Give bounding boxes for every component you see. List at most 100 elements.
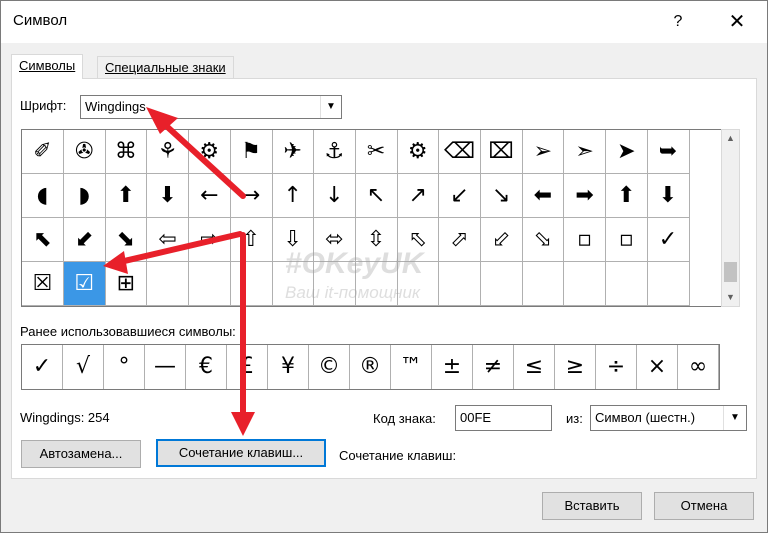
autocorrect-button[interactable]: Автозамена... [21, 440, 141, 468]
watermark-logo: #OKeyUK [285, 247, 424, 280]
symbol-cell[interactable]: ⬇ [647, 174, 690, 218]
recent-symbol-cell[interactable]: ™ [391, 345, 432, 389]
symbol-cell[interactable] [230, 262, 273, 306]
symbol-cell[interactable]: ✐ [22, 130, 64, 174]
symbol-cell[interactable]: ⬉ [22, 218, 64, 262]
symbol-cell[interactable]: ⬇ [147, 174, 190, 218]
char-code-label: Код знака: [373, 411, 436, 426]
recent-symbol-cell[interactable]: ∞ [678, 345, 719, 389]
chevron-down-icon[interactable]: ▼ [723, 406, 746, 430]
recent-symbol-cell[interactable]: © [309, 345, 350, 389]
recent-symbol-cell[interactable]: × [637, 345, 678, 389]
symbol-cell[interactable]: ⬀ [439, 218, 481, 262]
recent-symbol-cell[interactable]: ® [350, 345, 391, 389]
tab-symbols[interactable]: Символы [11, 54, 84, 79]
grid-scrollbar[interactable]: ▲ ▼ [721, 129, 740, 307]
symbol-cell[interactable]: ⚘ [147, 130, 190, 174]
scroll-thumb[interactable] [724, 262, 737, 282]
symbol-cell[interactable] [647, 262, 690, 306]
symbol-cell[interactable] [439, 262, 481, 306]
symbol-cell[interactable]: ↓ [313, 174, 356, 218]
symbol-cell[interactable]: ⬆ [105, 174, 148, 218]
symbol-cell[interactable]: ▫ [605, 218, 648, 262]
symbol-cell[interactable] [147, 262, 190, 306]
symbol-cell[interactable]: ⚓ [313, 130, 356, 174]
symbol-cell[interactable]: ✂ [355, 130, 398, 174]
symbol-cell[interactable]: ▫ [564, 218, 607, 262]
symbol-cell[interactable] [564, 262, 607, 306]
chevron-down-icon[interactable]: ▼ [320, 96, 341, 118]
font-select-value: Wingdings [85, 99, 146, 114]
recent-symbol-cell[interactable]: ° [104, 345, 145, 389]
symbol-cell[interactable]: ➥ [647, 130, 690, 174]
recent-symbols-grid[interactable]: ✓ √ ° — € £ ¥ © ® ™ ± ≠ ≤ ≥ ÷ × ∞ [21, 344, 720, 390]
symbol-cell[interactable]: ⇧ [230, 218, 273, 262]
shortcut-label: Сочетание клавиш: [339, 448, 457, 463]
symbol-cell[interactable]: ⌫ [439, 130, 481, 174]
symbol-cell[interactable] [522, 262, 565, 306]
from-select-value: Символ (шестн.) [595, 410, 696, 425]
font-select[interactable]: Wingdings ▼ [80, 95, 342, 119]
recent-symbol-cell[interactable]: ≠ [473, 345, 514, 389]
recent-symbol-cell[interactable]: € [186, 345, 227, 389]
recent-symbol-cell[interactable]: ± [432, 345, 473, 389]
symbol-cell[interactable] [188, 262, 231, 306]
from-select[interactable]: Символ (шестн.) ▼ [590, 405, 747, 431]
symbol-cell[interactable]: ✈ [272, 130, 315, 174]
symbol-cell[interactable]: ⌧ [480, 130, 523, 174]
symbol-cell[interactable]: ➢ [522, 130, 565, 174]
recent-symbol-cell[interactable]: ≥ [555, 345, 596, 389]
symbol-cell[interactable] [480, 262, 523, 306]
close-button[interactable]: ✕ [717, 7, 757, 37]
recent-symbol-cell[interactable]: ÷ [596, 345, 637, 389]
symbol-cell[interactable]: ↗ [397, 174, 440, 218]
symbol-cell[interactable]: ✇ [63, 130, 106, 174]
symbol-cell[interactable]: ➣ [564, 130, 607, 174]
symbol-cell[interactable]: ➡ [564, 174, 607, 218]
symbol-cell[interactable] [605, 262, 648, 306]
symbol-cell[interactable]: ⇦ [147, 218, 190, 262]
symbol-cell[interactable]: ☒ [22, 262, 64, 306]
symbol-cell[interactable]: ✓ [647, 218, 690, 262]
scroll-up-icon[interactable]: ▲ [722, 130, 739, 147]
recent-symbol-cell[interactable]: £ [227, 345, 268, 389]
symbol-cell[interactable]: ↙ [439, 174, 481, 218]
symbol-cell[interactable]: ⇨ [188, 218, 231, 262]
tab-special-chars[interactable]: Специальные знаки [97, 56, 234, 79]
symbol-cell[interactable]: ⬃ [480, 218, 523, 262]
symbol-cell[interactable]: ↖ [355, 174, 398, 218]
insert-button[interactable]: Вставить [542, 492, 642, 520]
help-button[interactable]: ? [663, 7, 693, 37]
symbol-cell[interactable]: ➤ [605, 130, 648, 174]
symbol-cell[interactable]: ⬆ [605, 174, 648, 218]
symbol-cell[interactable]: ⚑ [230, 130, 273, 174]
symbol-cell[interactable]: ⬊ [105, 218, 148, 262]
symbol-cell[interactable]: → [230, 174, 273, 218]
symbol-cell[interactable]: ⌘ [105, 130, 148, 174]
symbol-cell[interactable]: ☑ [63, 262, 106, 306]
recent-symbol-cell[interactable]: ≤ [514, 345, 555, 389]
recent-symbol-cell[interactable]: — [145, 345, 186, 389]
symbol-cell[interactable]: ⬂ [522, 218, 565, 262]
title-bar: Символ ? ✕ [1, 1, 767, 43]
font-code-info: Wingdings: 254 [20, 410, 110, 425]
watermark-tagline: Ваш it-помощник [285, 283, 421, 302]
symbol-cell[interactable]: ⬋ [63, 218, 106, 262]
recent-symbols-label: Ранее использовавшиеся символы: [20, 324, 236, 339]
symbol-cell[interactable]: ⚙ [397, 130, 440, 174]
shortcut-key-button[interactable]: Сочетание клавиш... [156, 439, 326, 467]
char-code-input[interactable]: 00FE [455, 405, 552, 431]
symbol-cell[interactable]: ⊞ [105, 262, 148, 306]
symbol-cell[interactable]: ◖ [22, 174, 64, 218]
symbol-cell[interactable]: ↘ [480, 174, 523, 218]
cancel-button[interactable]: Отмена [654, 492, 754, 520]
symbol-cell[interactable]: ↑ [272, 174, 315, 218]
recent-symbol-cell[interactable]: √ [63, 345, 104, 389]
symbol-cell[interactable]: ◗ [63, 174, 106, 218]
symbol-cell[interactable]: ⚙ [188, 130, 231, 174]
recent-symbol-cell[interactable]: ✓ [22, 345, 63, 389]
symbol-cell[interactable]: ⬅ [522, 174, 565, 218]
recent-symbol-cell[interactable]: ¥ [268, 345, 309, 389]
scroll-down-icon[interactable]: ▼ [722, 289, 739, 306]
symbol-cell[interactable]: ← [188, 174, 231, 218]
